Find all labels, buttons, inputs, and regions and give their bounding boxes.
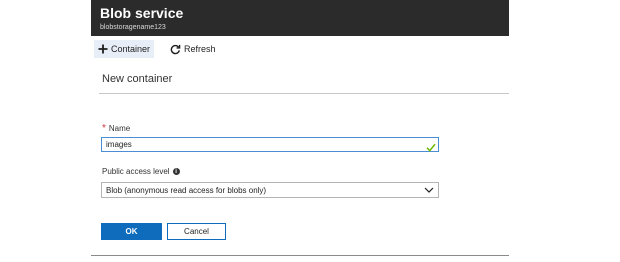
public-access-selected-value: Blob (anonymous read access for blobs on… (106, 185, 267, 195)
command-bar: Container Refresh (91, 36, 509, 62)
name-label: * Name (102, 123, 130, 134)
cancel-button[interactable]: Cancel (167, 223, 226, 240)
name-label-text: Name (108, 124, 131, 133)
blade-subtitle: blobstoragename123 (100, 24, 166, 31)
public-access-label-text: Public access level (102, 167, 170, 176)
new-container-blade: Blob service blobstoragename123 Containe… (91, 0, 509, 262)
plus-icon (98, 44, 108, 54)
add-container-button[interactable]: Container (94, 40, 155, 58)
public-access-dropdown[interactable]: Blob (anonymous read access for blobs on… (101, 182, 439, 198)
refresh-button[interactable]: Refresh (170, 40, 216, 58)
refresh-button-label: Refresh (184, 44, 216, 54)
required-indicator: * (102, 123, 106, 134)
container-button-label: Container (111, 44, 151, 54)
chevron-down-icon (424, 187, 434, 193)
checkmark-icon (426, 139, 436, 157)
info-icon[interactable]: i (172, 168, 180, 175)
section-heading: New container (102, 73, 173, 85)
section-divider (99, 93, 509, 94)
footer-divider (91, 255, 509, 256)
public-access-label: Public access level i (102, 167, 180, 176)
blade-header: Blob service blobstoragename123 (91, 0, 509, 36)
blade-title: Blob service (100, 5, 184, 21)
refresh-icon (170, 44, 181, 55)
container-name-input[interactable] (101, 137, 439, 152)
ok-button[interactable]: OK (101, 223, 162, 240)
